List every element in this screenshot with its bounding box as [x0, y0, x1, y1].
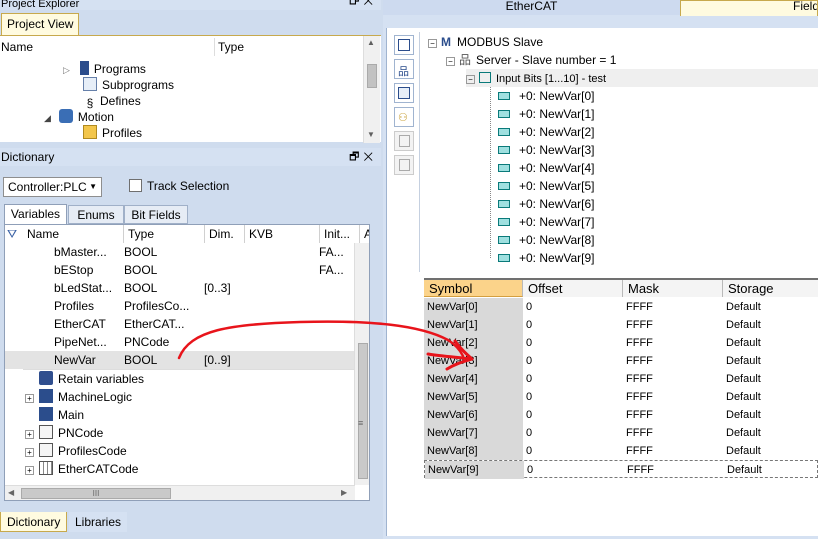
annotation-arrow	[177, 320, 474, 371]
arrow-curve	[177, 320, 465, 360]
arrow-head	[426, 339, 474, 371]
